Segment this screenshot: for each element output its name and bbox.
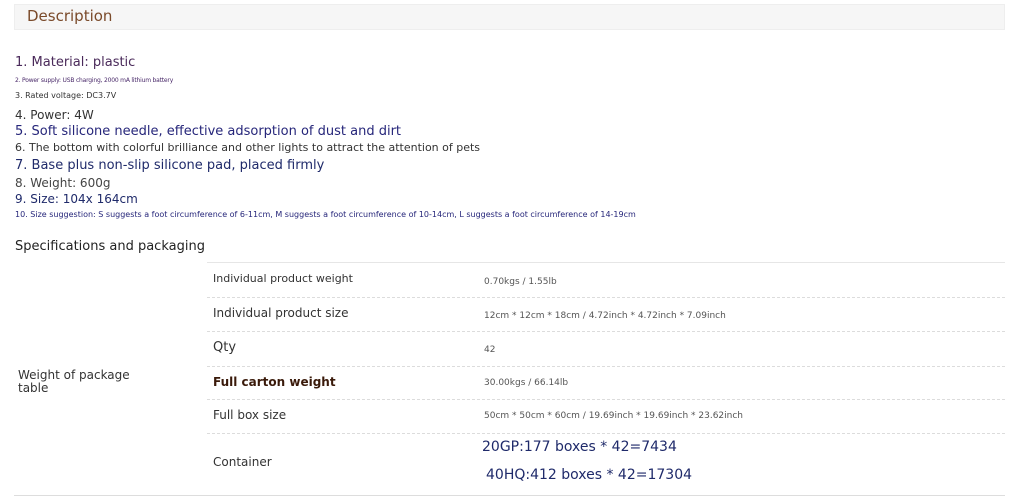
row-value: 42 bbox=[484, 345, 496, 355]
table-row: Individual product weight 0.70kgs / 1.55… bbox=[207, 262, 1005, 297]
row-value: 0.70kgs / 1.55lb bbox=[484, 277, 557, 287]
table-row: Container 20GP:177 boxes * 42=7434 40HQ:… bbox=[207, 433, 1005, 495]
specs-title: Specifications and packaging bbox=[15, 239, 205, 254]
row-key: Full box size bbox=[213, 408, 287, 422]
description-line: 2. Power supply: USB charging, 2000 mA l… bbox=[15, 77, 174, 84]
row-value: 12cm * 12cm * 18cm / 4.72inch * 4.72inch… bbox=[484, 311, 726, 321]
row-key: Container bbox=[213, 455, 272, 469]
table-row: Qty 42 bbox=[207, 331, 1005, 366]
description-line: 1. Material: plastic bbox=[15, 55, 136, 70]
description-line: 3. Rated voltage: DC3.7V bbox=[15, 91, 117, 100]
package-table-label: Weight of package table bbox=[18, 368, 130, 395]
row-value: 30.00kgs / 66.14lb bbox=[484, 378, 569, 388]
description-line: 6. The bottom with colorful brilliance a… bbox=[15, 141, 481, 154]
description-header: Description bbox=[14, 4, 1005, 30]
row-value: 50cm * 50cm * 60cm / 19.69inch * 19.69in… bbox=[484, 411, 744, 421]
description-line: 7. Base plus non-slip silicone pad, plac… bbox=[15, 158, 325, 173]
table-row: Full box size 50cm * 50cm * 60cm / 19.69… bbox=[207, 399, 1005, 433]
row-key: Full carton weight bbox=[213, 375, 336, 389]
description-line: 4. Power: 4W bbox=[15, 108, 94, 122]
description-line: 5. Soft silicone needle, effective adsor… bbox=[15, 124, 402, 139]
row-key: Individual product weight bbox=[213, 272, 353, 285]
container-value: 40HQ:412 boxes * 42=17304 bbox=[486, 467, 693, 483]
row-key: Qty bbox=[213, 340, 237, 355]
table-row: Full carton weight 30.00kgs / 66.14lb bbox=[207, 366, 1005, 399]
description-line: 8. Weight: 600g bbox=[15, 176, 111, 190]
row-key: Individual product size bbox=[213, 306, 349, 320]
table-row: Individual product size 12cm * 12cm * 18… bbox=[207, 297, 1005, 331]
description-title: Description bbox=[27, 7, 113, 25]
container-value: 20GP:177 boxes * 42=7434 bbox=[482, 439, 677, 455]
description-line: 10. Size suggestion: S suggests a foot c… bbox=[15, 210, 636, 219]
divider bbox=[14, 495, 1005, 496]
description-line: 9. Size: 104x 164cm bbox=[15, 192, 138, 206]
